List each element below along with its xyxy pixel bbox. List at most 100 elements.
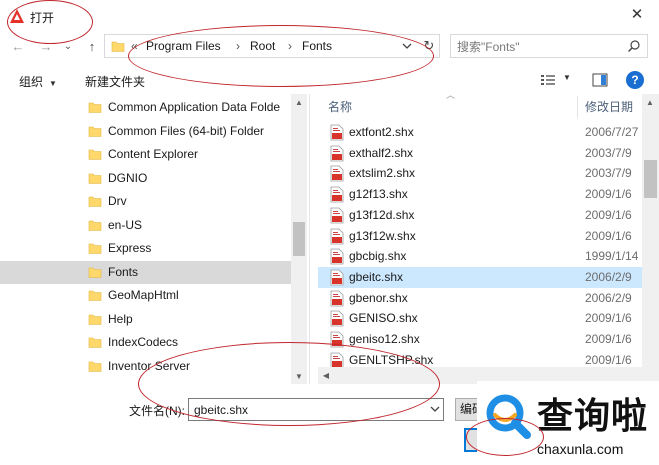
file-date: 2009/1/6 [585,207,632,222]
file-row[interactable]: g12f13.shx [318,184,584,205]
file-date-cell[interactable]: 2009/1/6 [584,308,642,329]
search-icon[interactable] [627,39,641,53]
file-date-cell[interactable]: 2009/1/6 [584,329,642,350]
file-date-cell[interactable]: 2009/1/6 [584,226,642,247]
shx-file-icon [330,248,344,265]
file-name: exthalf2.shx [349,145,414,160]
tree-item[interactable]: Common Application Data Folde [0,96,291,119]
file-row[interactable]: gbenor.shx [318,288,584,309]
tree-item[interactable]: Content Explorer [0,143,291,166]
column-separator[interactable] [577,96,578,118]
folder-tree: Common Application Data Folde Common File… [0,94,307,384]
file-date: 2003/7/9 [585,145,632,160]
new-folder-button[interactable]: 新建文件夹 [85,73,145,90]
shx-file-icon [330,290,344,306]
file-date: 2009/1/6 [585,311,632,326]
file-name: extslim2.shx [349,166,416,181]
file-name: g13f12w.shx [349,228,416,243]
help-icon[interactable]: ? [626,71,644,89]
tree-item[interactable]: Drv [0,190,291,213]
tree-item[interactable]: Common Files (64-bit) Folder [0,120,291,143]
file-row[interactable]: GENISO.shx [318,308,584,329]
shx-file-icon [330,186,344,203]
scroll-up-icon[interactable]: ▲ [642,98,658,107]
folder-icon [88,220,102,231]
organize-button[interactable]: 组织 ▼ [19,73,57,90]
tree-item[interactable]: GeoMapHtml [0,284,291,307]
shx-file-icon [330,310,344,327]
folder-icon [88,149,102,160]
file-row[interactable]: extfont2.shx [318,122,584,143]
tree-item-label: en-US [108,217,143,232]
annotation-ellipse [466,418,544,456]
sort-indicator-icon: ︿ [446,94,456,100]
tree-item[interactable]: Fonts [0,260,291,284]
close-button[interactable]: ✕ [622,2,652,28]
file-row[interactable]: g13f12w.shx [318,226,584,247]
file-date-cell[interactable]: 2003/7/9 [584,163,642,184]
file-date-cell[interactable]: 2009/1/6 [584,205,642,226]
tree-item-label: IndexCodecs [108,335,179,349]
search-input[interactable] [457,39,617,55]
file-row[interactable]: gbcbig.shx [318,246,584,267]
annotation-ellipse [128,25,434,87]
tree-scroll-thumb[interactable] [293,222,305,256]
tree-item[interactable]: en-US [0,214,291,237]
pane-divider[interactable] [309,94,310,384]
shx-file-icon [330,228,344,244]
shx-file-icon [330,165,344,182]
annotation-ellipse [138,342,440,426]
date-column: 修改日期 2006/7/27 2003/7/9 2003/7/9 2009/1/6 20… [584,94,642,382]
file-name: GENISO.shx [349,311,418,326]
file-name: gbeitc.shx [349,269,404,284]
file-date: 2009/1/6 [585,352,632,367]
view-caret-icon[interactable]: ▼ [563,73,571,82]
tree-item[interactable]: Help [0,308,291,331]
file-list-scroll-thumb[interactable] [644,160,657,198]
up-arrow-icon[interactable]: ↑ [84,39,100,55]
tree-item-label: Common Application Data Folde [108,100,281,114]
folder-icon [88,337,102,348]
tree-item[interactable]: Express [0,237,291,260]
shx-file-icon [330,124,344,141]
folder-icon [88,290,102,301]
file-date-cell[interactable]: 2006/7/27 [584,122,642,143]
file-list-scrollbar[interactable] [642,94,659,384]
file-date-cell[interactable]: 2003/7/9 [584,143,642,164]
organize-label: 组织 [19,75,44,89]
view-options-icon[interactable] [540,73,556,87]
file-date-cell[interactable]: 1999/1/14 [584,246,642,267]
file-date-cell[interactable]: 2009/1/6 [584,184,642,205]
folder-icon [88,126,102,137]
file-date: 2006/2/9 [585,290,632,305]
file-row[interactable]: gbeitc.shx [318,266,584,288]
file-name: g13f12d.shx [349,207,415,222]
shx-file-icon [330,207,344,224]
tree-item[interactable]: DGNIO [0,167,291,190]
folder-icon [88,243,102,254]
preview-pane-icon[interactable] [592,73,608,87]
file-date: 2009/1/6 [585,228,632,243]
file-date: 2009/1/6 [585,187,632,202]
folder-icon [88,314,102,325]
file-row[interactable]: exthalf2.shx [318,143,584,164]
chevron-down-icon[interactable] [429,403,441,415]
back-arrow-icon[interactable]: ← [10,39,26,55]
file-row[interactable]: extslim2.shx [318,163,584,184]
tree-item-label: Drv [108,194,127,208]
column-header-name[interactable]: 名称 [328,94,352,120]
file-row[interactable]: g13f12d.shx [318,205,584,226]
file-name: geniso12.shx [349,332,420,346]
file-date: 2006/7/27 [585,125,639,139]
folder-icon [88,173,102,184]
scroll-up-icon[interactable]: ▲ [291,98,307,107]
file-date-cell[interactable]: 2006/2/9 [584,266,642,288]
column-header-date[interactable]: 修改日期 [585,94,633,120]
tree-item-label: DGNIO [108,170,148,185]
tree-item-label: GeoMapHtml [108,288,179,302]
file-name: gbcbig.shx [349,249,407,264]
folder-icon [111,41,125,52]
search-box[interactable] [450,34,648,58]
watermark-domain: chaxunla.com [537,441,624,457]
file-date-cell[interactable]: 2006/2/9 [584,288,642,309]
